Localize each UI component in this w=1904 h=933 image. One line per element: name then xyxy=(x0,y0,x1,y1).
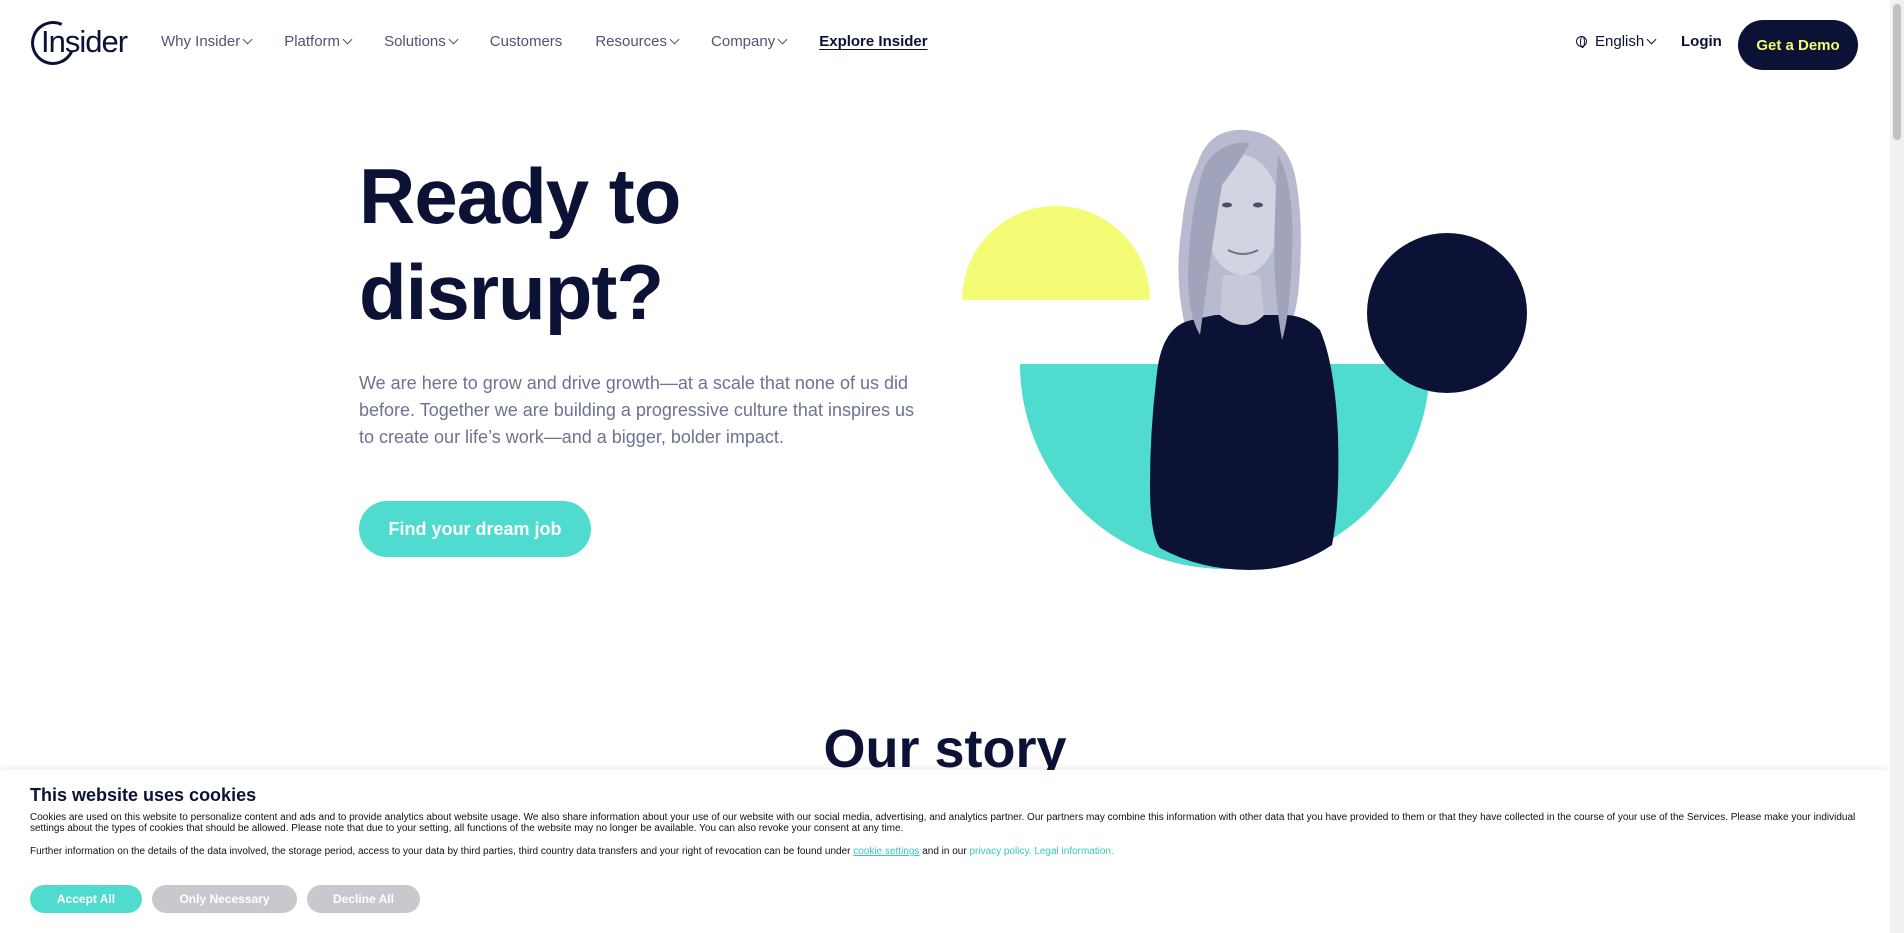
nav-label: Company xyxy=(711,33,776,50)
accept-all-button[interactable]: Accept All xyxy=(30,885,142,913)
nav-label: Why Insider xyxy=(161,33,241,50)
only-necessary-button[interactable]: Only Necessary xyxy=(152,885,297,913)
hero-subtitle: We are here to grow and drive growth—at … xyxy=(359,373,914,447)
cookie-further-info: Further information on the details of th… xyxy=(30,846,1860,857)
page-scrollbar[interactable] xyxy=(1890,0,1904,933)
hero-title-line1: Ready to xyxy=(359,152,681,240)
chevron-down-icon xyxy=(1646,34,1657,45)
nav-customers[interactable]: Customers xyxy=(490,33,563,50)
nav-label: Customers xyxy=(489,33,563,50)
cookie-and-text: and in our xyxy=(922,846,967,857)
logo-text: Insider xyxy=(41,24,128,59)
legal-information-link[interactable]: Legal information. xyxy=(1034,846,1114,857)
chevron-down-icon xyxy=(448,34,459,45)
chevron-down-icon xyxy=(669,34,680,45)
globe-icon xyxy=(1576,36,1587,48)
find-dream-job-button[interactable]: Find your dream job xyxy=(359,501,591,557)
insider-logo[interactable]: Insider xyxy=(24,14,131,72)
cookie-banner: This website uses cookies Cookies are us… xyxy=(0,770,1890,933)
nav-solutions[interactable]: Solutions xyxy=(384,33,459,50)
hero-illustration xyxy=(960,125,1540,575)
top-nav: Insider Why Insider Platform Solutions C… xyxy=(0,0,1890,88)
nav-label: Resources xyxy=(595,33,668,50)
hero-title: Ready to disrupt? xyxy=(359,148,859,340)
chevron-down-icon xyxy=(242,34,253,45)
nav-links: Why Insider Platform Solutions Customers… xyxy=(161,33,961,50)
login-link[interactable]: Login xyxy=(1681,33,1722,50)
nav-resources[interactable]: Resources xyxy=(595,33,680,50)
nav-explore-insider[interactable]: Explore Insider xyxy=(819,33,927,50)
nav-platform[interactable]: Platform xyxy=(284,33,353,50)
decline-all-button[interactable]: Decline All xyxy=(307,885,420,913)
nav-label: Platform xyxy=(284,33,341,50)
chevron-down-icon xyxy=(777,34,788,45)
cookie-title: This website uses cookies xyxy=(30,785,257,805)
cookie-settings-link[interactable]: cookie settings xyxy=(853,846,919,857)
hero-title-line2: disrupt? xyxy=(359,248,664,336)
person-photo xyxy=(1150,129,1339,570)
nav-label: Solutions xyxy=(384,33,446,50)
cookie-further-text: Further information on the details of th… xyxy=(30,846,851,857)
nav-company[interactable]: Company xyxy=(711,33,788,50)
scrollbar-thumb[interactable] xyxy=(1893,4,1901,140)
language-selector[interactable]: English xyxy=(1576,33,1657,50)
privacy-policy-link[interactable]: privacy policy. xyxy=(969,846,1031,857)
language-label: English xyxy=(1595,33,1645,50)
nav-why-insider[interactable]: Why Insider xyxy=(161,33,253,50)
cookie-text: Cookies are used on this website to pers… xyxy=(30,812,1856,834)
chevron-down-icon xyxy=(342,34,353,45)
get-demo-button[interactable]: Get a Demo xyxy=(1738,20,1858,70)
